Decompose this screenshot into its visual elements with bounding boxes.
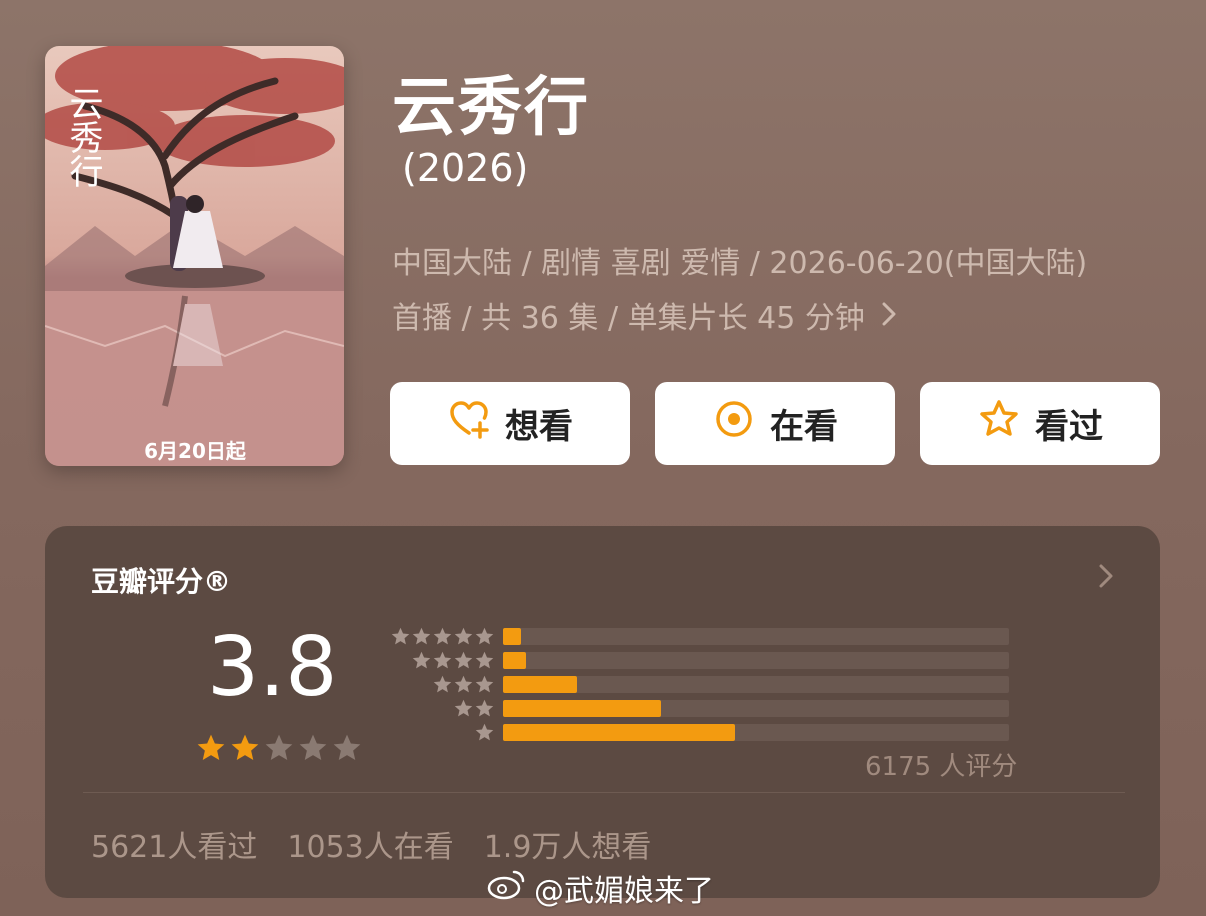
chevron-right-icon[interactable] [1097,562,1115,594]
meta-line-2-text: 首播 / 共 36 集 / 单集片长 45 分钟 [392,301,865,336]
histogram-row-5 [385,626,1009,646]
histogram-stars-4 [411,650,495,670]
histogram-stars-2 [453,698,495,718]
heart-plus-icon [447,397,491,450]
star-empty-icon [297,732,329,768]
histogram-stars-3 [432,674,495,694]
histogram-stars-5 [390,626,495,646]
meta-line-1: 中国大陆 / 剧情 喜剧 爱情 / 2026-06-20(中国大陆) [392,246,1088,281]
movie-meta[interactable]: 中国大陆 / 剧情 喜剧 爱情 / 2026-06-20(中国大陆) 首播 / … [392,236,1172,346]
star-empty-icon [331,732,363,768]
stat-watching: 1053人在看 [287,830,454,865]
meta-line-2: 首播 / 共 36 集 / 单集片长 45 分钟 [392,291,1172,346]
watched-button[interactable]: 看过 [920,382,1160,465]
histogram-row-2 [385,698,1009,718]
histogram-row-3 [385,674,1009,694]
histogram-bar-1 [503,724,735,741]
poster-image[interactable]: 云秀行 6月20日起 [45,46,344,466]
histogram-track [503,628,1009,645]
want-label: 想看 [505,407,573,447]
movie-title: 云秀行 [392,71,590,145]
weibo-icon [486,868,526,908]
histogram-stars-1 [474,722,495,742]
histogram-track [503,652,1009,669]
histogram-row-4 [385,650,1009,670]
histogram-bar-4 [503,652,526,669]
want-button[interactable]: 想看 [390,382,630,465]
watched-label: 看过 [1035,407,1103,447]
rating-stats: 5621人看过 1053人在看 1.9万人想看 [91,822,651,866]
rating-card[interactable]: 豆瓣评分® 3.8 6175 人评分 5621人看过 1053人在看 1.9万人… [45,526,1160,898]
star-empty-icon [263,732,295,768]
movie-year: (2026) [402,146,529,190]
divider [83,792,1125,793]
stat-watched: 5621人看过 [91,830,258,865]
poster-logo: 云秀行 [63,86,103,188]
poster-date: 6月20日起 [144,439,247,463]
rating-title: 豆瓣评分® [91,565,232,598]
chevron-right-icon [880,291,898,346]
target-icon [712,397,756,450]
poster-art: 云秀行 6月20日起 [45,46,344,466]
histogram-track [503,700,1009,717]
star-outline-icon [977,397,1021,450]
stat-want: 1.9万人想看 [483,830,652,865]
histogram-bar-3 [503,676,577,693]
star-filled-icon [229,732,261,768]
watching-button[interactable]: 在看 [655,382,895,465]
star-filled-icon [195,732,227,768]
watermark-text: @武媚娘来了 [534,874,714,909]
histogram-track [503,724,1009,741]
watching-label: 在看 [770,407,838,447]
histogram-bar-2 [503,700,661,717]
rating-count: 6175 人评分 [865,752,1018,782]
rating-score: 3.8 [207,620,338,715]
histogram-row-1 [385,722,1009,742]
rating-stars [195,732,363,768]
histogram-bar-5 [503,628,521,645]
histogram-track [503,676,1009,693]
watermark: @武媚娘来了 [486,866,714,910]
